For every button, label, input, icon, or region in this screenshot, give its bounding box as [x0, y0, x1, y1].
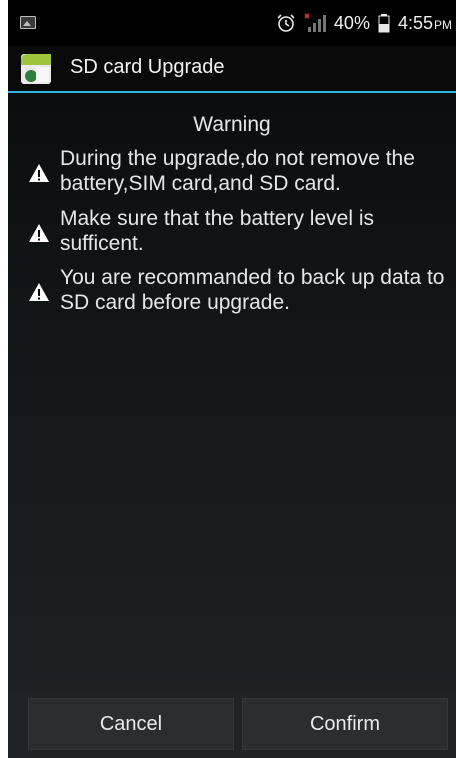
phone-screen: 40% 4:55PM SD card Upgrade Warning Durin…: [8, 0, 456, 758]
warning-heading: Warning: [193, 113, 271, 136]
image-notification-icon: [20, 16, 36, 29]
warning-icon: [29, 164, 49, 182]
battery-percent: 40%: [333, 12, 370, 33]
page-title: SD card Upgrade: [70, 56, 225, 78]
app-icon: [21, 54, 51, 84]
status-bar: 40% 4:55PM: [8, 0, 456, 46]
signal-icon: [304, 13, 326, 32]
battery-icon: [378, 14, 390, 33]
button-bar: Cancel Confirm: [8, 693, 456, 758]
warning-icon: [29, 283, 49, 301]
confirm-button[interactable]: Confirm: [242, 698, 448, 750]
alarm-icon: [277, 14, 295, 32]
warning-content: Warning During the upgrade,do not remove…: [8, 93, 456, 693]
warning-text: Make sure that the battery level is suff…: [60, 207, 374, 255]
warning-text: You are recommanded to back up data to S…: [60, 266, 445, 314]
status-indicators: 40% 4:55PM: [276, 9, 452, 37]
clock-ampm: PM: [434, 17, 452, 32]
clock: 4:55PM: [398, 13, 452, 34]
cancel-button[interactable]: Cancel: [28, 698, 234, 750]
warning-icon: [29, 224, 49, 242]
clock-time: 4:55: [397, 12, 433, 33]
title-bar: SD card Upgrade: [8, 46, 456, 91]
warning-text: During the upgrade,do not remove the bat…: [60, 147, 415, 195]
